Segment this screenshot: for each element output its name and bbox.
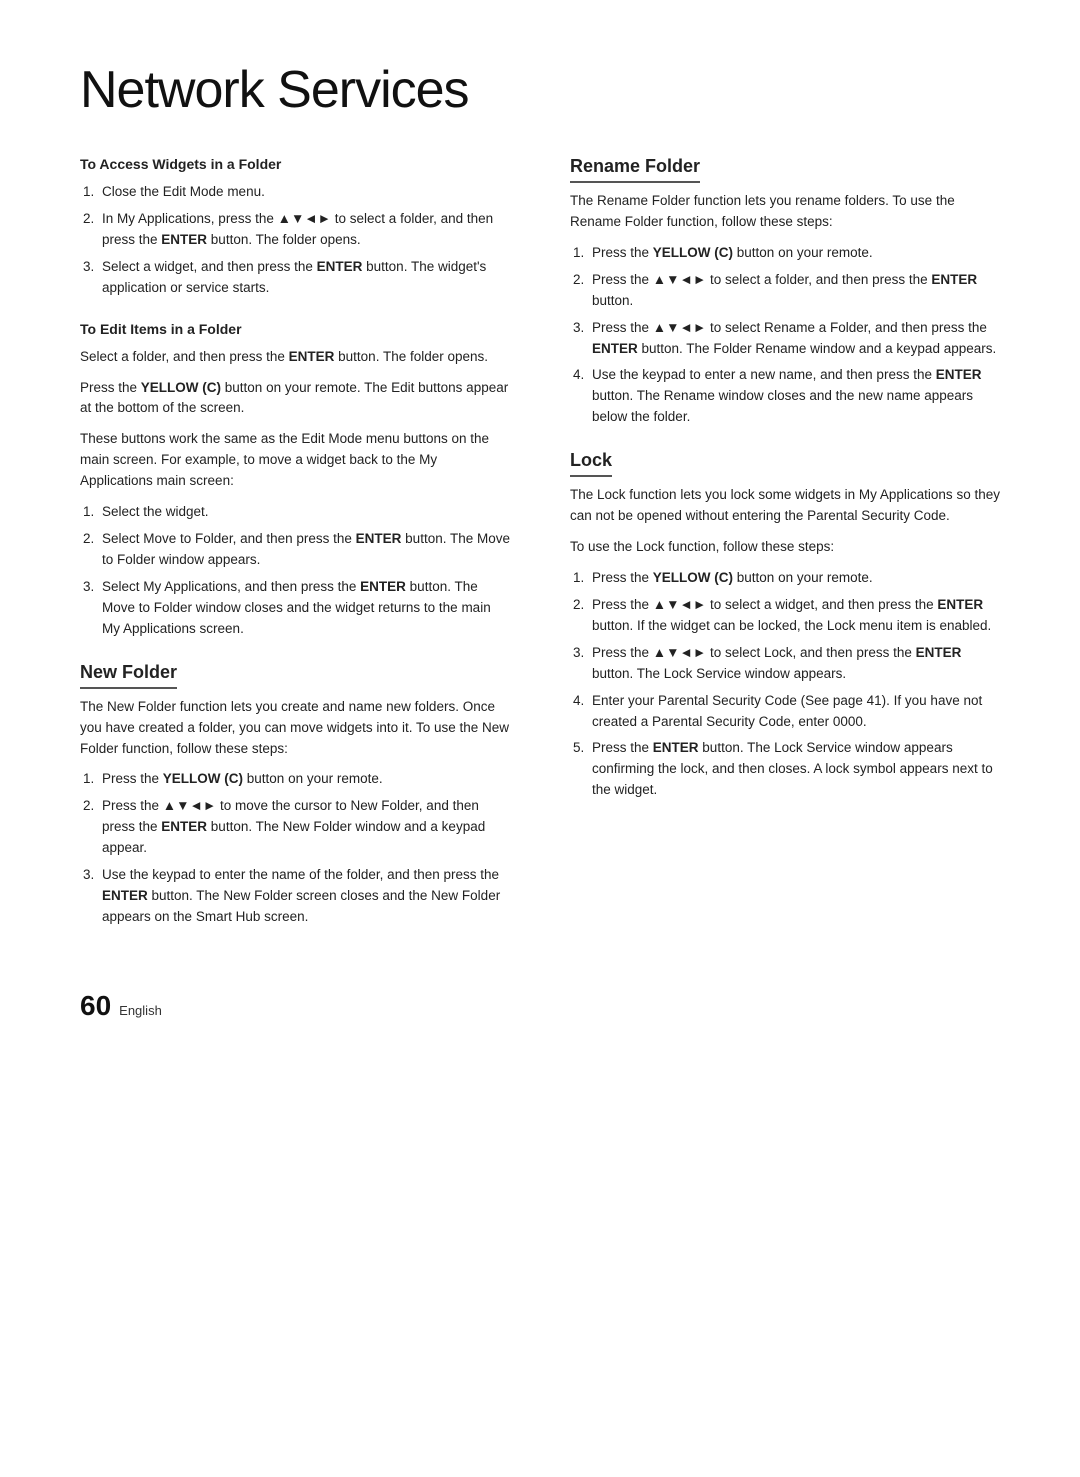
access-widgets-section: To Access Widgets in a Folder Close the … [80, 156, 510, 299]
list-item: Press the ▲▼◄► to select a widget, and t… [588, 595, 1000, 637]
list-item: Press the ▲▼◄► to select Rename a Folder… [588, 318, 1000, 360]
edit-items-para2: Press the YELLOW (C) button on your remo… [80, 378, 510, 420]
left-column: To Access Widgets in a Folder Close the … [80, 156, 510, 950]
list-item: Press the ▲▼◄► to select a folder, and t… [588, 270, 1000, 312]
list-item: Select the widget. [98, 502, 510, 523]
list-item: Select My Applications, and then press t… [98, 577, 510, 640]
edit-items-para1: Select a folder, and then press the ENTE… [80, 347, 510, 368]
lock-para1: The Lock function lets you lock some wid… [570, 485, 1000, 527]
rename-folder-steps: Press the YELLOW (C) button on your remo… [588, 243, 1000, 428]
list-item: Press the ENTER button. The Lock Service… [588, 738, 1000, 801]
list-item: Use the keypad to enter the name of the … [98, 865, 510, 928]
list-item: Press the ▲▼◄► to select Lock, and then … [588, 643, 1000, 685]
rename-folder-section: Rename Folder The Rename Folder function… [570, 156, 1000, 428]
list-item: Close the Edit Mode menu. [98, 182, 510, 203]
list-item: Press the YELLOW (C) button on your remo… [588, 243, 1000, 264]
lock-para2: To use the Lock function, follow these s… [570, 537, 1000, 558]
list-item: In My Applications, press the ▲▼◄► to se… [98, 209, 510, 251]
page-number: 60 [80, 990, 111, 1022]
page-language: English [119, 1003, 162, 1018]
list-item: Press the ▲▼◄► to move the cursor to New… [98, 796, 510, 859]
page-title: Network Services [80, 60, 1000, 120]
lock-steps: Press the YELLOW (C) button on your remo… [588, 568, 1000, 801]
new-folder-heading: New Folder [80, 662, 177, 689]
access-widgets-steps: Close the Edit Mode menu. In My Applicat… [98, 182, 510, 299]
right-column: Rename Folder The Rename Folder function… [570, 156, 1000, 950]
edit-items-section: To Edit Items in a Folder Select a folde… [80, 321, 510, 640]
list-item: Use the keypad to enter a new name, and … [588, 365, 1000, 428]
rename-folder-heading: Rename Folder [570, 156, 700, 183]
lock-section: Lock The Lock function lets you lock som… [570, 450, 1000, 801]
edit-items-steps: Select the widget. Select Move to Folder… [98, 502, 510, 640]
access-widgets-heading: To Access Widgets in a Folder [80, 156, 510, 172]
new-folder-steps: Press the YELLOW (C) button on your remo… [98, 769, 510, 927]
new-folder-section: New Folder The New Folder function lets … [80, 662, 510, 928]
list-item: Select a widget, and then press the ENTE… [98, 257, 510, 299]
list-item: Press the YELLOW (C) button on your remo… [588, 568, 1000, 589]
list-item: Enter your Parental Security Code (See p… [588, 691, 1000, 733]
rename-folder-intro: The Rename Folder function lets you rena… [570, 191, 1000, 233]
page-number-area: 60 English [80, 990, 1000, 1022]
list-item: Select Move to Folder, and then press th… [98, 529, 510, 571]
list-item: Press the YELLOW (C) button on your remo… [98, 769, 510, 790]
edit-items-heading: To Edit Items in a Folder [80, 321, 510, 337]
new-folder-intro: The New Folder function lets you create … [80, 697, 510, 760]
lock-heading: Lock [570, 450, 612, 477]
edit-items-para3: These buttons work the same as the Edit … [80, 429, 510, 492]
